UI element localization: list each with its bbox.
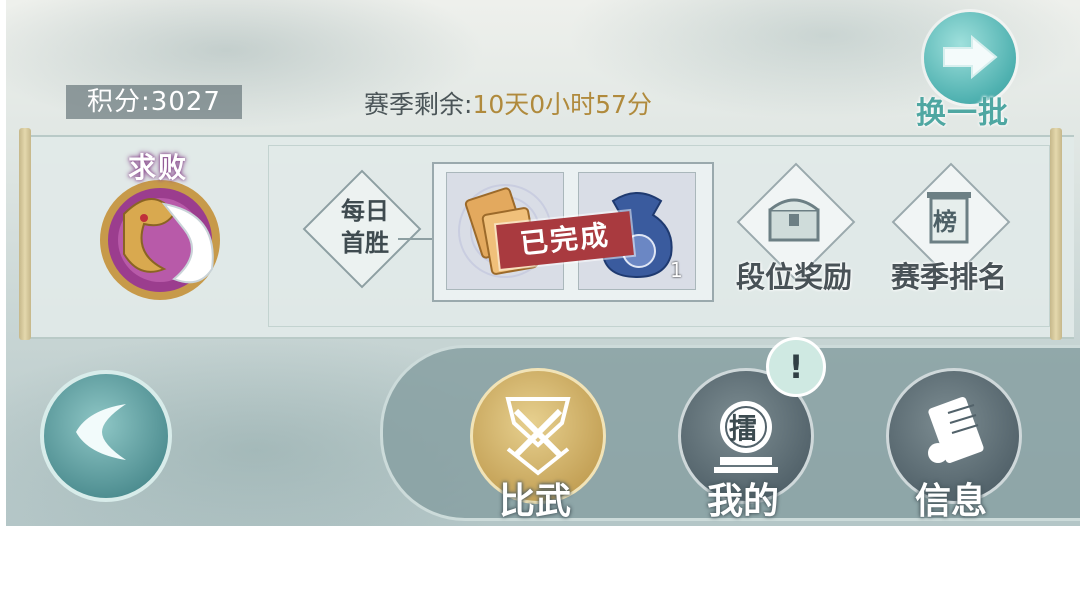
- duel-nav-label[interactable]: 比武: [455, 472, 615, 524]
- arrow-right-icon: [943, 34, 998, 80]
- crossed-swords-icon: [505, 397, 571, 476]
- dragon-rank-emblem-icon: [100, 180, 220, 300]
- reward-count: 1: [670, 258, 683, 282]
- season-remaining-text: 赛季剩余:10天0小时57分: [364, 85, 652, 125]
- daily-label-line1: 每日: [341, 197, 389, 225]
- season-remaining-value: 10天0小时57分: [472, 90, 652, 119]
- scroll-rod-right: [1050, 128, 1062, 340]
- score-display: 积分:3027: [66, 85, 242, 119]
- back-button[interactable]: [40, 370, 172, 502]
- daily-label-line2: 首胜: [341, 229, 389, 257]
- treasure-chest-icon: [768, 198, 820, 242]
- rank-name: 求败: [128, 151, 189, 184]
- daily-first-win-label: 每日 首胜: [330, 195, 400, 259]
- rank-reward-label: 段位奖励: [735, 260, 852, 294]
- connector-line: [398, 238, 432, 240]
- back-arrow-icon: [76, 404, 126, 460]
- season-rank-button[interactable]: 榜 赛季排名: [889, 162, 1011, 300]
- alert-badge: !: [766, 337, 826, 397]
- season-rank-glyph: 榜: [933, 208, 957, 236]
- mine-nav-glyph: 擂: [729, 412, 758, 445]
- refresh-label[interactable]: 换一批: [916, 88, 1009, 132]
- info-nav-label[interactable]: 信息: [871, 472, 1031, 524]
- season-remaining-label: 赛季剩余:: [364, 90, 473, 119]
- scroll-document-icon: [928, 397, 984, 463]
- rank-reward-button[interactable]: 段位奖励: [734, 162, 856, 300]
- scroll-rod-left: [19, 128, 31, 340]
- season-rank-label: 赛季排名: [890, 260, 1007, 294]
- mine-nav-label[interactable]: 我的: [663, 472, 823, 524]
